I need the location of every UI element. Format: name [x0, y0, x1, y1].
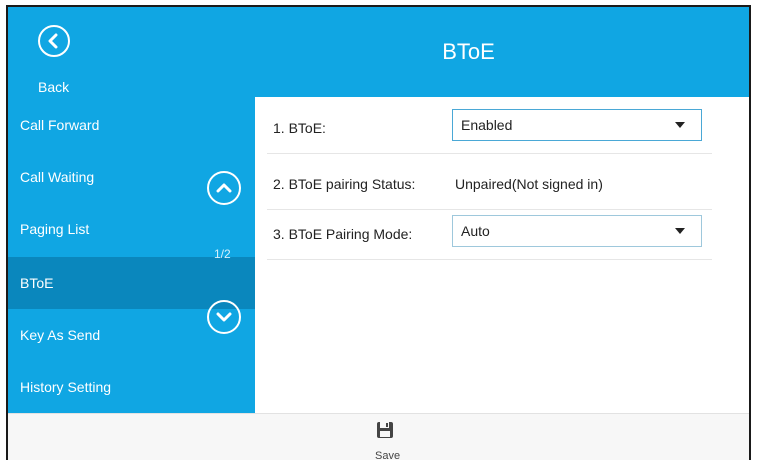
caret-down-icon [675, 228, 685, 234]
chevron-up-icon [216, 183, 232, 193]
setting-row-btoe: 1. BToE: Enabled [267, 105, 712, 154]
floppy-disk-icon [377, 422, 393, 438]
page-indicator: 1/2 [214, 247, 231, 261]
back-arrow-icon [38, 25, 70, 57]
page-up-button[interactable] [207, 171, 241, 205]
setting-row-pairing-status: 2. BToE pairing Status: Unpaired(Not sig… [267, 161, 712, 210]
page-title: BToE [442, 39, 495, 64]
footer-bar: Save [8, 413, 749, 460]
page-down-button[interactable] [207, 300, 241, 334]
back-button[interactable]: Back [30, 21, 80, 95]
setting-row-pairing-mode: 3. BToE Pairing Mode: Auto [267, 211, 712, 260]
save-label: Save [375, 450, 401, 460]
settings-panel: 1. BToE: Enabled 2. BToE pairing Status:… [255, 97, 749, 413]
back-label: Back [38, 79, 70, 95]
caret-down-icon [675, 122, 685, 128]
screen-frame: Back BToE Call Forward Call Waiting Pagi… [6, 5, 751, 460]
setting-label: 2. BToE pairing Status: [273, 176, 416, 192]
setting-label: 1. BToE: [273, 120, 326, 136]
sidebar-item-history-setting[interactable]: History Setting [8, 361, 255, 413]
sidebar: Call Forward Call Waiting Paging List BT… [8, 97, 255, 413]
select-value: Enabled [461, 117, 513, 133]
chevron-down-icon [216, 312, 232, 322]
header-bar: Back BToE [8, 7, 749, 97]
save-button[interactable]: Save [363, 418, 407, 460]
setting-label: 3. BToE Pairing Mode: [273, 226, 413, 242]
sidebar-item-call-forward[interactable]: Call Forward [8, 99, 255, 151]
select-value: Auto [461, 223, 490, 239]
btoe-select[interactable]: Enabled [452, 109, 702, 141]
pairing-mode-select[interactable]: Auto [452, 215, 702, 247]
pairing-status-value: Unpaired(Not signed in) [455, 176, 603, 192]
